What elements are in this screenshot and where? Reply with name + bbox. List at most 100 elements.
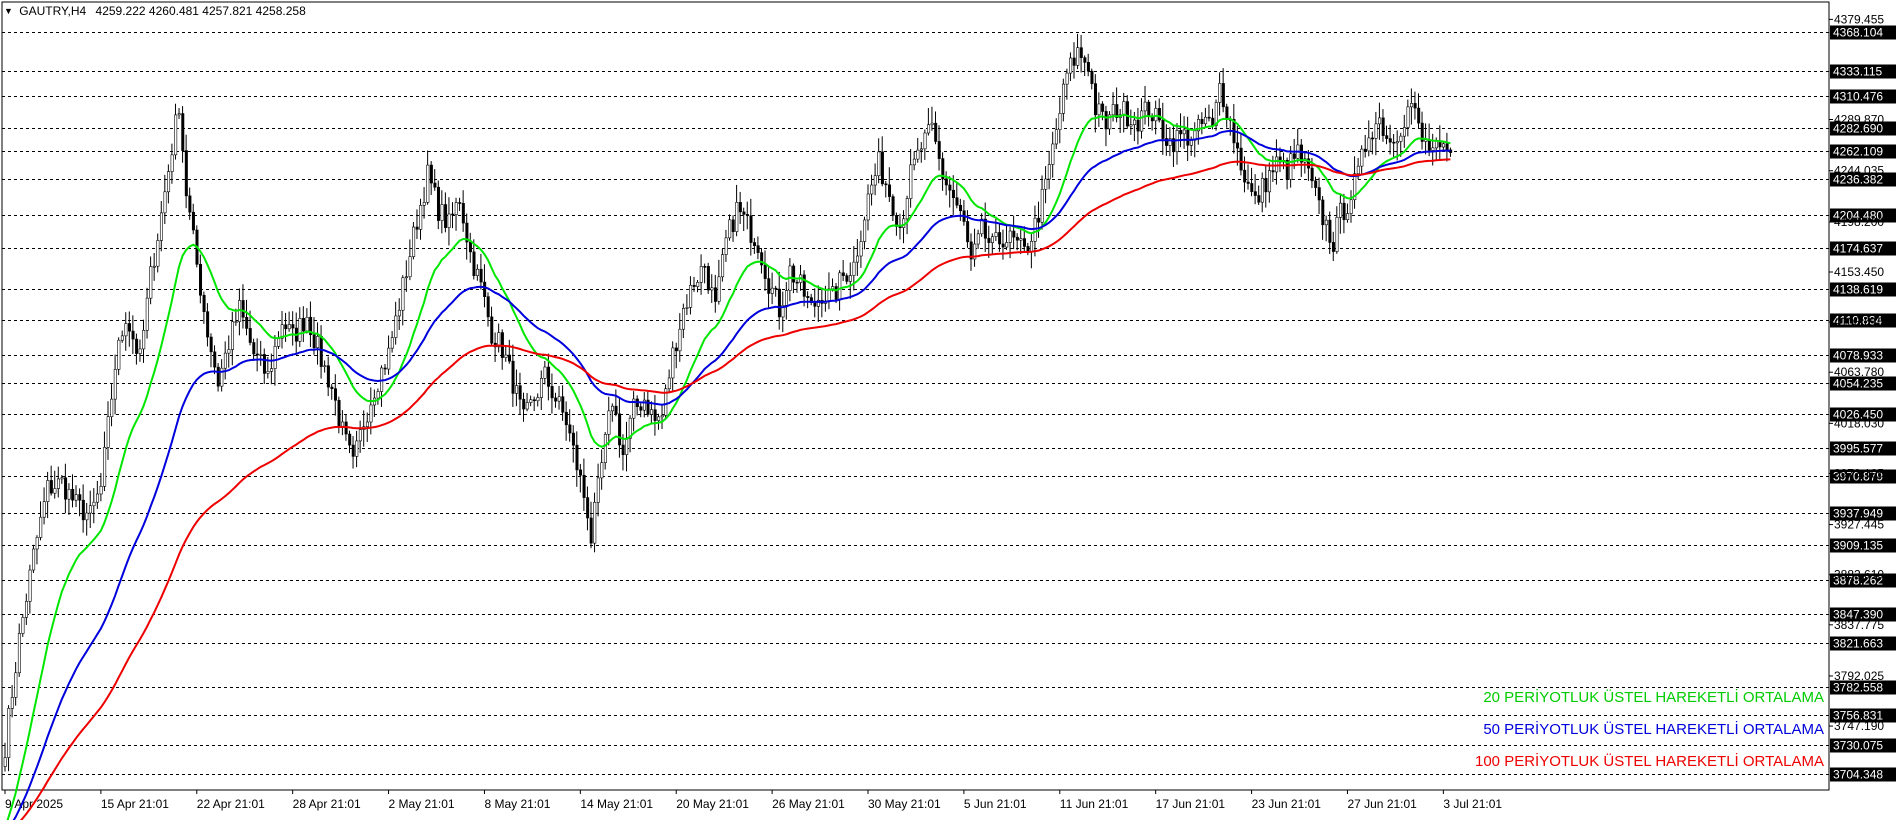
candle-body bbox=[32, 548, 36, 571]
candle-body bbox=[56, 478, 60, 489]
candle-body bbox=[1189, 139, 1193, 146]
candle-body bbox=[1268, 170, 1272, 193]
candle-body bbox=[568, 424, 572, 434]
candle-body bbox=[838, 272, 842, 300]
candle-body bbox=[848, 275, 852, 282]
candle-body bbox=[1069, 57, 1073, 74]
candle-body bbox=[202, 294, 206, 312]
x-tick-label: 3 Jul 21:01 bbox=[1443, 797, 1502, 811]
candle-body bbox=[710, 287, 714, 291]
candle-body bbox=[71, 488, 75, 501]
candle-body bbox=[1331, 242, 1335, 252]
candle-body bbox=[1005, 242, 1009, 248]
candle-body bbox=[1342, 202, 1346, 220]
candle-body bbox=[518, 385, 522, 400]
candle-body bbox=[216, 366, 220, 387]
candle-body bbox=[1200, 119, 1204, 125]
y-tick-label: 4379.455 bbox=[1834, 12, 1884, 26]
candle-body bbox=[10, 697, 14, 709]
candle-body bbox=[607, 410, 611, 435]
candle-body bbox=[1388, 138, 1392, 143]
candle-body bbox=[1367, 137, 1371, 152]
candle-body bbox=[181, 113, 185, 151]
candle-body bbox=[1019, 238, 1023, 241]
candle-body bbox=[405, 276, 409, 279]
candle-body bbox=[472, 251, 476, 276]
candle-body bbox=[987, 237, 991, 243]
candle-body bbox=[1047, 164, 1051, 180]
candle-body bbox=[522, 398, 526, 410]
x-tick-label: 5 Jun 21:01 bbox=[964, 797, 1027, 811]
candle-body bbox=[806, 296, 810, 298]
candle-body bbox=[674, 347, 678, 352]
candle-body bbox=[248, 328, 252, 343]
candle-body bbox=[1243, 169, 1247, 183]
candle-body bbox=[937, 141, 941, 159]
candle-body bbox=[188, 195, 192, 213]
candle-body bbox=[92, 501, 96, 507]
candle-body bbox=[461, 203, 465, 224]
candle-body bbox=[1012, 230, 1016, 238]
candle-body bbox=[35, 537, 39, 550]
candle-body bbox=[532, 399, 536, 402]
candle-body bbox=[671, 347, 675, 379]
candle-body bbox=[319, 335, 323, 367]
candle-body bbox=[1143, 101, 1147, 112]
candle-body bbox=[721, 254, 725, 278]
candle-body bbox=[1271, 170, 1275, 173]
candle-body bbox=[476, 268, 480, 276]
candle-body bbox=[408, 256, 412, 278]
candle-body bbox=[270, 368, 274, 372]
x-tick-label: 17 Jun 21:01 bbox=[1156, 797, 1226, 811]
candle-body bbox=[1154, 108, 1158, 122]
candle-body bbox=[557, 396, 561, 402]
candle-body bbox=[586, 497, 590, 519]
candle-body bbox=[348, 433, 352, 446]
candle-body bbox=[298, 317, 302, 342]
candle-body bbox=[302, 317, 306, 332]
candle-body bbox=[1211, 117, 1215, 126]
candle-body bbox=[1363, 148, 1367, 152]
candle-body bbox=[682, 308, 686, 330]
x-tick-label: 22 Apr 21:01 bbox=[197, 797, 265, 811]
candle-body bbox=[433, 182, 437, 188]
candle-body bbox=[1161, 119, 1165, 139]
candle-body bbox=[156, 240, 160, 267]
candle-body bbox=[1104, 111, 1108, 130]
candle-body bbox=[802, 274, 806, 297]
candle-body bbox=[1072, 57, 1076, 66]
candle-body bbox=[596, 477, 600, 503]
candle-body bbox=[1250, 183, 1254, 192]
candle-body bbox=[1026, 246, 1030, 252]
candle-body bbox=[927, 124, 931, 134]
candle-body bbox=[1246, 181, 1250, 184]
candle-body bbox=[614, 405, 618, 415]
candle-body bbox=[589, 517, 593, 544]
candle-body bbox=[85, 512, 89, 521]
candle-body bbox=[1417, 107, 1421, 124]
candle-body bbox=[1427, 139, 1431, 151]
candle-body bbox=[880, 151, 884, 185]
candle-body bbox=[738, 202, 742, 213]
candle-body bbox=[1101, 103, 1105, 112]
candle-body bbox=[397, 309, 401, 317]
candle-body bbox=[1051, 143, 1055, 165]
candle-body bbox=[142, 330, 146, 350]
candle-body bbox=[554, 397, 558, 402]
candle-body bbox=[486, 296, 490, 318]
candle-body bbox=[579, 469, 583, 476]
candle-body bbox=[479, 268, 483, 283]
x-tick-label: 20 May 21:01 bbox=[676, 797, 749, 811]
candle-body bbox=[440, 204, 444, 221]
candle-body bbox=[742, 211, 746, 215]
candle-body bbox=[1136, 119, 1140, 132]
candle-body bbox=[1044, 178, 1048, 190]
candle-body bbox=[1022, 238, 1026, 247]
candle-body bbox=[888, 184, 892, 197]
candle-body bbox=[419, 205, 423, 230]
candle-body bbox=[1392, 141, 1396, 144]
candle-body bbox=[1058, 113, 1062, 130]
candle-body bbox=[60, 477, 64, 480]
candle-body bbox=[1253, 191, 1257, 196]
candle-body bbox=[834, 286, 838, 300]
